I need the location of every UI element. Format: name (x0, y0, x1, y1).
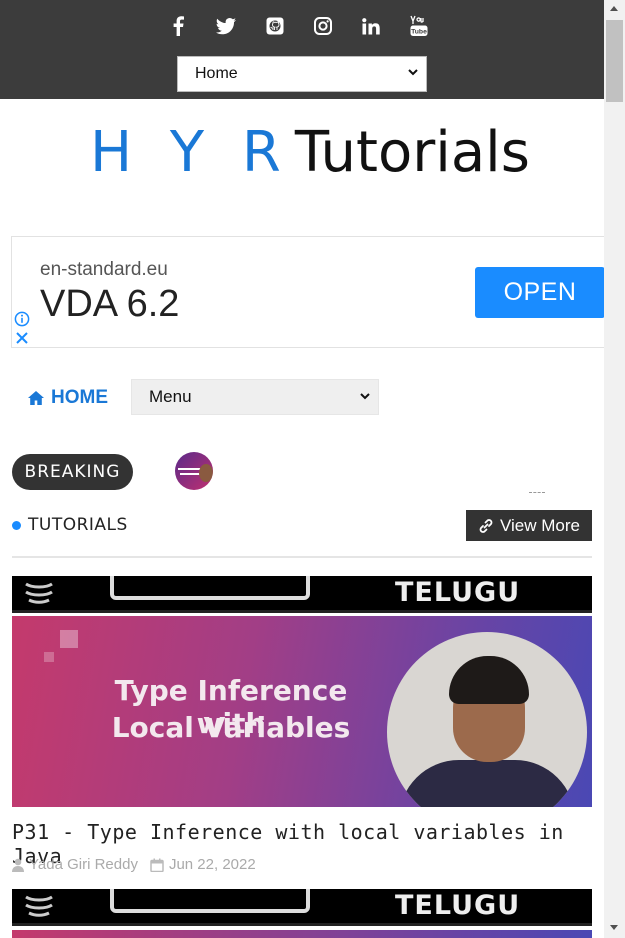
nav-home-link[interactable]: HOME (27, 387, 108, 409)
post-meta: Yada Giri Reddy Jun 22, 2022 (12, 856, 256, 873)
mobile-nav-select-value: Home (195, 65, 238, 82)
scrollbar[interactable] (604, 0, 625, 938)
part-label-box (110, 576, 310, 600)
facebook-icon[interactable] (164, 12, 192, 40)
main-nav: HOME Menu (0, 365, 604, 429)
link-icon (479, 518, 493, 533)
advertisement[interactable]: en-standard.eu VDA 6.2 OPEN (11, 236, 604, 348)
ad-close-icon[interactable] (15, 331, 29, 345)
strip-language: TELUGU (395, 890, 521, 921)
post-strip[interactable]: TELUGU (12, 889, 592, 926)
youtube-icon[interactable]: Tube (405, 12, 433, 40)
chevron-down-icon (408, 69, 418, 76)
strip-language: TELUGU (395, 577, 521, 608)
ad-info-icon[interactable] (14, 311, 30, 327)
scrollbar-thumb[interactable] (606, 20, 623, 102)
part-label-box (110, 889, 310, 913)
scroll-up-arrow[interactable] (610, 6, 618, 11)
java-logo-icon (25, 895, 53, 917)
calendar-icon (150, 858, 164, 872)
ad-headline: VDA 6.2 (40, 283, 180, 325)
logo-tutorials: Tutorials (294, 120, 530, 185)
chevron-down-icon (360, 393, 370, 400)
twitter-icon[interactable] (212, 12, 240, 40)
section-title: TUTORIALS (28, 515, 128, 535)
site-logo[interactable]: H Y R Tutorials (90, 120, 530, 190)
view-more-label: View More (500, 515, 580, 535)
post-thumbnail[interactable] (12, 930, 592, 938)
section-dot (12, 521, 21, 530)
post-author[interactable]: Yada Giri Reddy (29, 856, 138, 873)
post-thumbnail[interactable]: Type Inference with Local Variables (12, 616, 592, 807)
author-photo (387, 632, 587, 807)
page: Tube Home H Y R Tutorials en-standard.eu… (0, 0, 604, 938)
ad-open-button[interactable]: OPEN (475, 267, 604, 318)
menu-select[interactable]: Menu (131, 379, 379, 415)
nav-home-label: HOME (51, 387, 108, 408)
logo-hyr: H Y R (90, 120, 291, 185)
ad-domain: en-standard.eu (40, 259, 168, 280)
top-bar: Tube Home (0, 0, 604, 99)
post-date: Jun 22, 2022 (168, 856, 256, 873)
thumbnail-line-2: Local Variables (111, 711, 351, 744)
svg-text:Tube: Tube (411, 29, 427, 36)
post-strip[interactable]: TELUGU (12, 576, 592, 613)
section-header: TUTORIALS View More (12, 510, 592, 558)
breaking-thumbnail[interactable] (175, 452, 213, 490)
scroll-down-arrow[interactable] (610, 925, 618, 930)
menu-select-value: Menu (149, 387, 192, 406)
view-more-button[interactable]: View More (466, 510, 592, 541)
java-logo-icon (25, 582, 53, 604)
home-icon (28, 391, 44, 405)
linkedin-icon[interactable] (357, 12, 385, 40)
user-icon (12, 858, 24, 872)
social-links: Tube (160, 12, 440, 40)
mobile-nav-select[interactable]: Home (177, 56, 427, 92)
instagram-icon[interactable] (309, 12, 337, 40)
breaking-badge: BREAKING (12, 454, 133, 490)
ticker-divider (529, 492, 545, 495)
github-icon[interactable] (261, 12, 289, 40)
